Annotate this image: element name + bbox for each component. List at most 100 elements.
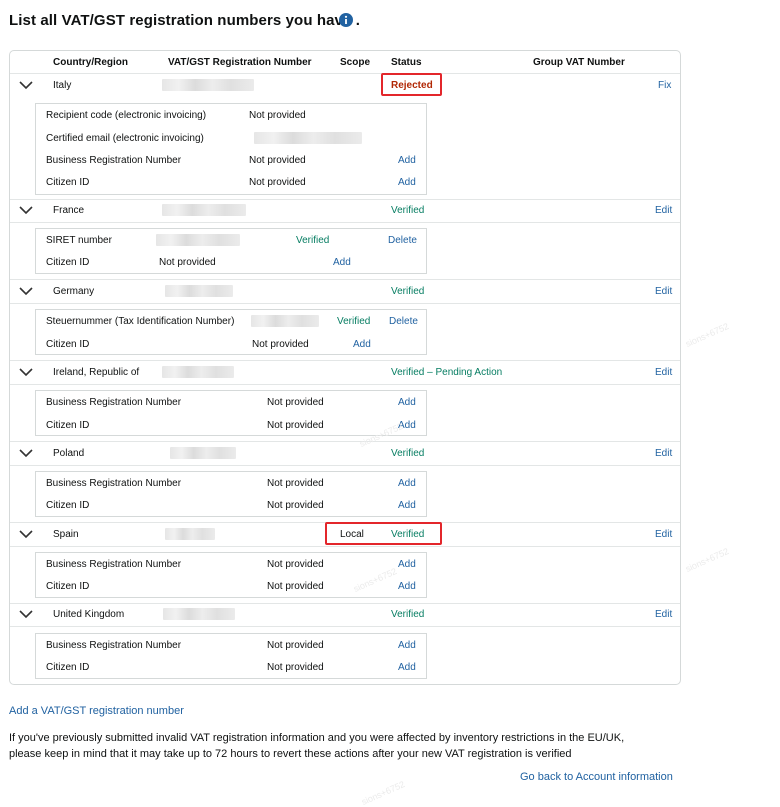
redacted-registration-number [165, 528, 215, 540]
chevron-down-icon[interactable] [19, 448, 33, 458]
redacted-registration-number [162, 204, 246, 216]
row-divider [10, 279, 680, 280]
header-group-vat: Group VAT Number [533, 57, 625, 68]
add-link[interactable]: Add [398, 662, 416, 673]
redacted-registration-number [162, 366, 234, 378]
header-registration-number: VAT/GST Registration Number [168, 57, 312, 68]
add-link[interactable]: Add [398, 478, 416, 489]
row-divider [10, 546, 680, 547]
detail-panel-ireland: Business Registration Number Not provide… [35, 390, 427, 436]
watermark: sions+6752 [683, 321, 731, 349]
add-link[interactable]: Add [398, 559, 416, 570]
country-name: France [53, 205, 85, 216]
status-badge: Verified [391, 205, 425, 216]
add-link[interactable]: Add [398, 500, 416, 511]
country-name: Germany [53, 286, 95, 297]
detail-panel-italy: Recipient code (electronic invoicing) No… [35, 103, 427, 195]
fix-link[interactable]: Fix [658, 80, 671, 91]
detail-value: Not provided [267, 662, 324, 673]
detail-value: Not provided [267, 420, 324, 431]
add-vat-registration-link[interactable]: Add a VAT/GST registration number [9, 705, 184, 717]
watermark: sions+6752 [683, 546, 731, 574]
edit-link[interactable]: Edit [655, 448, 672, 459]
redacted-email [254, 132, 362, 144]
row-divider [10, 303, 680, 304]
add-link[interactable]: Add [398, 155, 416, 166]
go-back-account-info-link[interactable]: Go back to Account information [520, 771, 673, 783]
add-link[interactable]: Add [398, 177, 416, 188]
detail-label: Business Registration Number [46, 155, 182, 166]
detail-label: SIRET number [46, 235, 112, 246]
row-divider [10, 626, 680, 627]
detail-value: Not provided [252, 339, 309, 350]
redacted-registration-number [170, 447, 236, 459]
inventory-restriction-notice: If you've previously submitted invalid V… [9, 730, 689, 762]
detail-value: Not provided [159, 257, 216, 268]
chevron-down-icon[interactable] [19, 205, 33, 215]
country-name: Spain [53, 529, 79, 540]
chevron-down-icon[interactable] [19, 80, 33, 90]
status-badge: Verified [391, 286, 425, 297]
chevron-down-icon[interactable] [19, 609, 33, 619]
detail-value: Not provided [249, 155, 306, 166]
detail-status: Verified [296, 235, 330, 246]
detail-label: Steuernummer (Tax Identification Number) [46, 316, 235, 327]
chevron-down-icon[interactable] [19, 367, 33, 377]
country-name: United Kingdom [53, 609, 125, 620]
chevron-down-icon[interactable] [19, 529, 33, 539]
detail-panel-poland: Business Registration Number Not provide… [35, 471, 427, 517]
detail-status: Verified [337, 316, 371, 327]
redacted-siret [156, 234, 240, 246]
notice-line: please keep in mind that it may take up … [9, 748, 572, 760]
status-badge: Verified [391, 448, 425, 459]
detail-label: Citizen ID [46, 662, 90, 673]
status-badge: Verified [391, 609, 425, 620]
row-divider [10, 360, 680, 361]
detail-value: Not provided [267, 581, 324, 592]
add-link[interactable]: Add [398, 581, 416, 592]
redacted-registration-number [165, 285, 233, 297]
detail-label: Business Registration Number [46, 640, 182, 651]
detail-label: Business Registration Number [46, 478, 182, 489]
delete-link[interactable]: Delete [389, 316, 418, 327]
detail-value: Not provided [249, 177, 306, 188]
header-scope: Scope [340, 57, 371, 68]
status-badge: Verified – Pending Action [391, 367, 503, 378]
add-link[interactable]: Add [398, 397, 416, 408]
vat-registration-table: Country/Region VAT/GST Registration Numb… [9, 50, 681, 685]
edit-link[interactable]: Edit [655, 286, 672, 297]
detail-panel-germany: Steuernummer (Tax Identification Number)… [35, 309, 427, 355]
add-link[interactable]: Add [398, 640, 416, 651]
delete-link[interactable]: Delete [388, 235, 417, 246]
detail-label: Citizen ID [46, 581, 90, 592]
redacted-registration-number [162, 79, 254, 91]
country-name: Poland [53, 448, 85, 459]
detail-panel-united-kingdom: Business Registration Number Not provide… [35, 633, 427, 679]
add-link[interactable]: Add [353, 339, 371, 350]
detail-value: Not provided [267, 500, 324, 511]
row-divider [10, 199, 680, 200]
header-status: Status [391, 57, 422, 68]
redacted-steuernummer [251, 315, 319, 327]
country-name: Ireland, Republic of [53, 367, 140, 378]
chevron-down-icon[interactable] [19, 286, 33, 296]
row-divider [10, 441, 680, 442]
edit-link[interactable]: Edit [655, 609, 672, 620]
redacted-registration-number [163, 608, 235, 620]
info-icon[interactable] [339, 13, 353, 27]
edit-link[interactable]: Edit [655, 367, 672, 378]
edit-link[interactable]: Edit [655, 205, 672, 216]
detail-panel-spain: Business Registration Number Not provide… [35, 552, 427, 598]
edit-link[interactable]: Edit [655, 529, 672, 540]
row-divider [10, 384, 680, 385]
scope-status-highlight [325, 522, 442, 545]
add-link[interactable]: Add [333, 257, 351, 268]
page-title: List all VAT/GST registration numbers yo… [9, 12, 360, 29]
detail-label: Business Registration Number [46, 559, 182, 570]
detail-label: Recipient code (electronic invoicing) [46, 110, 207, 121]
status-highlight [381, 73, 442, 96]
detail-label: Certified email (electronic invoicing) [46, 133, 204, 144]
notice-line: If you've previously submitted invalid V… [9, 732, 625, 744]
detail-panel-france: SIRET number Verified Delete Citizen ID … [35, 228, 427, 274]
row-divider [10, 222, 680, 223]
